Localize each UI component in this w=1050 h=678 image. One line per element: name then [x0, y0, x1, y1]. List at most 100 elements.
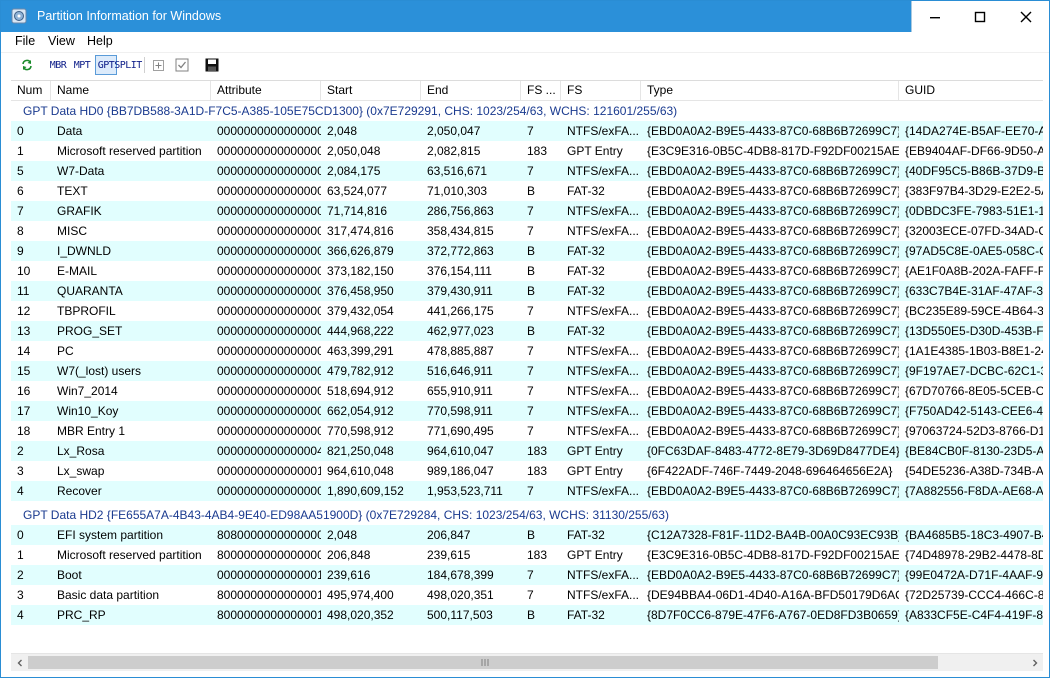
table-row[interactable]: 10 E-MAIL 0000000000000000 373,182,150 376,1…: [11, 261, 1043, 281]
close-button[interactable]: [1003, 1, 1049, 32]
cell-name: PROG_SET: [57, 324, 123, 338]
col-header-attribute[interactable]: Attribute: [211, 81, 321, 100]
table-row[interactable]: 6 TEXT 0000000000000000 63,524,077 71,010,30…: [11, 181, 1043, 201]
table-row[interactable]: 3 Basic data partition 8000000000000001 495…: [11, 585, 1043, 605]
cell-name: W7(_lost) users: [57, 364, 142, 378]
table-row[interactable]: 17 Win10_Koy 0000000000000000 662,054,912 77…: [11, 401, 1043, 421]
cell-guid: {7A882556-F8DA-AE68-A3: [905, 484, 1043, 498]
partition-list[interactable]: Num Name Attribute Start End FS ... FS T…: [11, 80, 1043, 654]
table-row[interactable]: 4 Recover 0000000000000000 1,890,609,152 1,9…: [11, 481, 1043, 501]
cell-name: Basic data partition: [57, 588, 160, 602]
cell-num: 1: [17, 548, 24, 562]
checkbox-button[interactable]: [173, 55, 191, 75]
maximize-icon: [974, 11, 986, 22]
table-row[interactable]: 9 I_DWNLD 0000000000000000 366,626,879 372,7…: [11, 241, 1043, 261]
table-row[interactable]: 8 MISC 0000000000000000 317,474,816 358,434,…: [11, 221, 1043, 241]
cell-type: {C12A7328-F81F-11D2-BA4B-00A0C93EC93B}: [647, 528, 899, 542]
cell-start: 366,626,879: [327, 244, 394, 258]
cell-fs-id: B: [527, 528, 536, 542]
cell-guid: {F750AD42-5143-CEE6-471: [905, 404, 1043, 418]
group-header[interactable]: GPT Data HD2 {FE655A7A-4B43-4AB4-9E40-ED…: [11, 505, 1043, 525]
cell-start: 479,782,912: [327, 364, 394, 378]
cell-num: 4: [17, 608, 24, 622]
cell-fs: NTFS/exFA...: [567, 124, 640, 138]
table-row[interactable]: 3 Lx_swap 0000000000000001 964,610,048 989,1…: [11, 461, 1043, 481]
table-row[interactable]: 0 EFI system partition 8080000000000000 2,0…: [11, 525, 1043, 545]
scroll-left-button[interactable]: [11, 654, 28, 671]
cell-end: 498,020,351: [427, 588, 494, 602]
menu-view[interactable]: View: [47, 34, 76, 48]
cell-fs: GPT Entry: [567, 464, 623, 478]
cell-fs-id: B: [527, 324, 536, 338]
scrollbar-thumb[interactable]: [28, 656, 938, 669]
cell-type: {EBD0A0A2-B9E5-4433-87C0-68B6B72699C7}: [647, 124, 899, 138]
scroll-right-button[interactable]: [1026, 654, 1043, 671]
table-row[interactable]: 7 GRAFIK 0000000000000000 71,714,816 286,756…: [11, 201, 1043, 221]
table-row[interactable]: 15 W7(_lost) users 0000000000000000 479,782…: [11, 361, 1043, 381]
table-row[interactable]: 5 W7-Data 0000000000000000 2,084,175 63,516,…: [11, 161, 1043, 181]
cell-name: GRAFIK: [57, 204, 102, 218]
expand-button[interactable]: [150, 55, 166, 75]
cell-type: {EBD0A0A2-B9E5-4433-87C0-68B6B72699C7}: [647, 364, 899, 378]
split-button[interactable]: SPLIT: [114, 55, 142, 75]
cell-name: Win10_Koy: [57, 404, 119, 418]
cell-end: 770,598,911: [427, 404, 493, 418]
mpt-button[interactable]: MPT: [71, 55, 93, 75]
cell-end: 2,050,047: [427, 124, 481, 138]
table-row[interactable]: 2 Lx_Rosa 0000000000000004 821,250,048 964,6…: [11, 441, 1043, 461]
cell-type: {EBD0A0A2-B9E5-4433-87C0-68B6B72699C7}: [647, 304, 899, 318]
cell-guid: {67D70766-8E05-5CEB-CF9: [905, 384, 1043, 398]
table-row[interactable]: 1 Microsoft reserved partition 00000000000…: [11, 141, 1043, 161]
cell-attribute: 0000000000000000: [217, 384, 321, 398]
cell-num: 6: [17, 184, 24, 198]
col-header-fs-id[interactable]: FS ...: [521, 81, 561, 100]
cell-fs: FAT-32: [567, 244, 605, 258]
table-row[interactable]: 0 Data 0000000000000000 2,048 2,050,047 7 NTFS…: [11, 121, 1043, 141]
cell-start: 2,048: [327, 124, 358, 138]
table-row[interactable]: 18 MBR Entry 1 0000000000000000 770,598,912…: [11, 421, 1043, 441]
chevron-left-icon: [17, 659, 22, 666]
cell-fs-id: 7: [527, 344, 534, 358]
cell-fs-id: B: [527, 184, 536, 198]
cell-attribute: 0000000000000000: [217, 364, 321, 378]
horizontal-scrollbar[interactable]: [11, 653, 1043, 671]
title-bar[interactable]: Partition Information for Windows: [1, 1, 1049, 32]
table-row[interactable]: 4 PRC_RP 8000000000000001 498,020,352 500,11…: [11, 605, 1043, 625]
mbr-button[interactable]: MBR: [47, 55, 69, 75]
col-header-num[interactable]: Num: [11, 81, 51, 100]
cell-start: 1,890,609,152: [327, 484, 404, 498]
table-row[interactable]: 14 PC 0000000000000000 463,399,291 478,885,8…: [11, 341, 1043, 361]
col-header-start[interactable]: Start: [321, 81, 421, 100]
cell-fs: NTFS/exFA...: [567, 484, 640, 498]
cell-num: 3: [17, 464, 24, 478]
table-row[interactable]: 1 Microsoft reserved partition 80000000000…: [11, 545, 1043, 565]
refresh-button[interactable]: [17, 55, 37, 75]
col-header-guid[interactable]: GUID: [899, 81, 1043, 100]
menu-help[interactable]: Help: [86, 34, 114, 48]
table-row[interactable]: 16 Win7_2014 0000000000000000 518,694,912 65…: [11, 381, 1043, 401]
cell-type: {EBD0A0A2-B9E5-4433-87C0-68B6B72699C7}: [647, 184, 899, 198]
minimize-button[interactable]: [911, 1, 958, 32]
menu-file[interactable]: File: [14, 34, 36, 48]
cell-guid: {14DA274E-B5AF-EE70-A3: [905, 124, 1043, 138]
maximize-button[interactable]: [957, 1, 1003, 32]
table-row[interactable]: 2 Boot 0000000000000001 239,616 184,678,399 7…: [11, 565, 1043, 585]
save-button[interactable]: [202, 55, 222, 75]
table-row[interactable]: 11 QUARANTA 0000000000000000 376,458,950 379…: [11, 281, 1043, 301]
cell-guid: {BC235E89-59CE-4B64-348: [905, 304, 1043, 318]
cell-fs: GPT Entry: [567, 444, 623, 458]
table-row[interactable]: 12 TBPROFIL 0000000000000000 379,432,054 441…: [11, 301, 1043, 321]
cell-attribute: 8000000000000001: [217, 608, 321, 622]
cell-end: 462,977,023: [427, 324, 494, 338]
cell-num: 16: [17, 384, 31, 398]
col-header-type[interactable]: Type: [641, 81, 899, 100]
table-row[interactable]: 13 PROG_SET 0000000000000000 444,968,222 462…: [11, 321, 1043, 341]
cell-guid: {BE84CB0F-8130-23D5-A3: [905, 444, 1043, 458]
group-header[interactable]: GPT Data HD0 {BB7DB588-3A1D-F7C5-A385-10…: [11, 101, 1043, 121]
cell-attribute: 8080000000000000: [217, 528, 321, 542]
col-header-name[interactable]: Name: [51, 81, 211, 100]
col-header-fs[interactable]: FS: [561, 81, 641, 100]
cell-fs-id: 7: [527, 384, 534, 398]
cell-end: 516,646,911: [427, 364, 493, 378]
col-header-end[interactable]: End: [421, 81, 521, 100]
